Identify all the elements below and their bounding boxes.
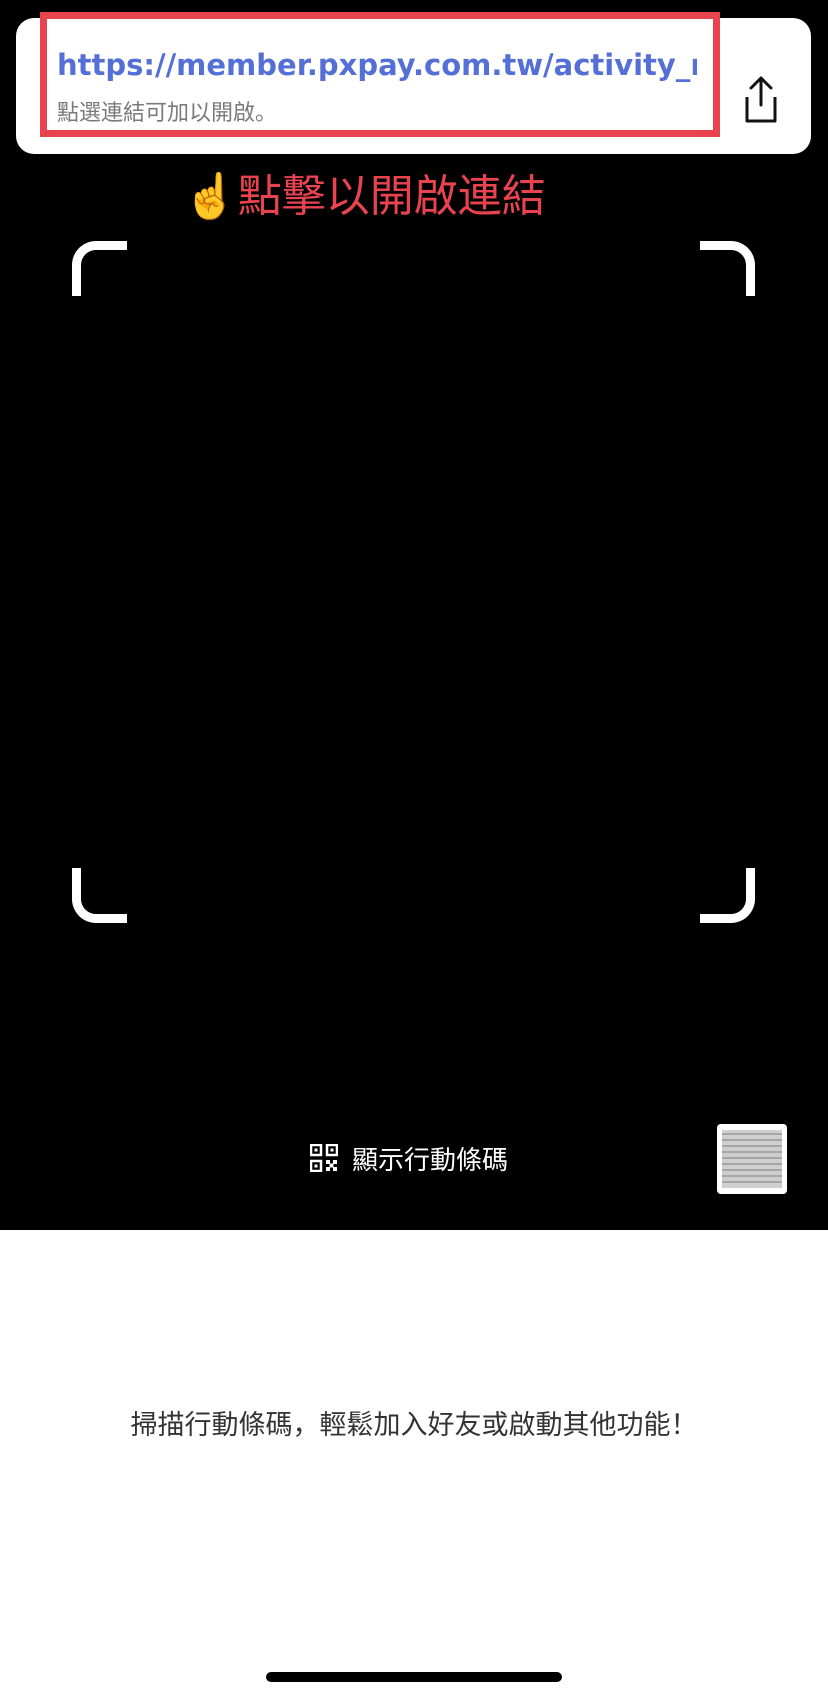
show-code-label: 顯示行動條碼 [352,1145,509,1176]
scan-description: 掃描行動條碼，輕鬆加入好友或啟動其他功能！ [130,1410,698,1441]
scan-frame-corner-bottom-left [72,868,127,923]
scan-frame-corner-top-right [700,241,755,296]
instruction-annotation: ☝️點擊以開啟連結 [183,171,546,222]
home-indicator[interactable] [266,1672,562,1682]
camera-viewfinder: https://member.pxpay.com.tw/activity_red… [0,0,828,1230]
scan-frame-corner-top-left [72,241,127,296]
gallery-image [717,1124,787,1194]
scan-frame-corner-bottom-right [700,868,755,923]
share-icon[interactable] [739,75,783,125]
photo-thumbnail[interactable] [717,1124,787,1194]
qr-code-icon [310,1144,338,1172]
highlight-box [40,12,720,137]
show-my-code-button[interactable]: 顯示行動條碼 [310,1138,508,1178]
